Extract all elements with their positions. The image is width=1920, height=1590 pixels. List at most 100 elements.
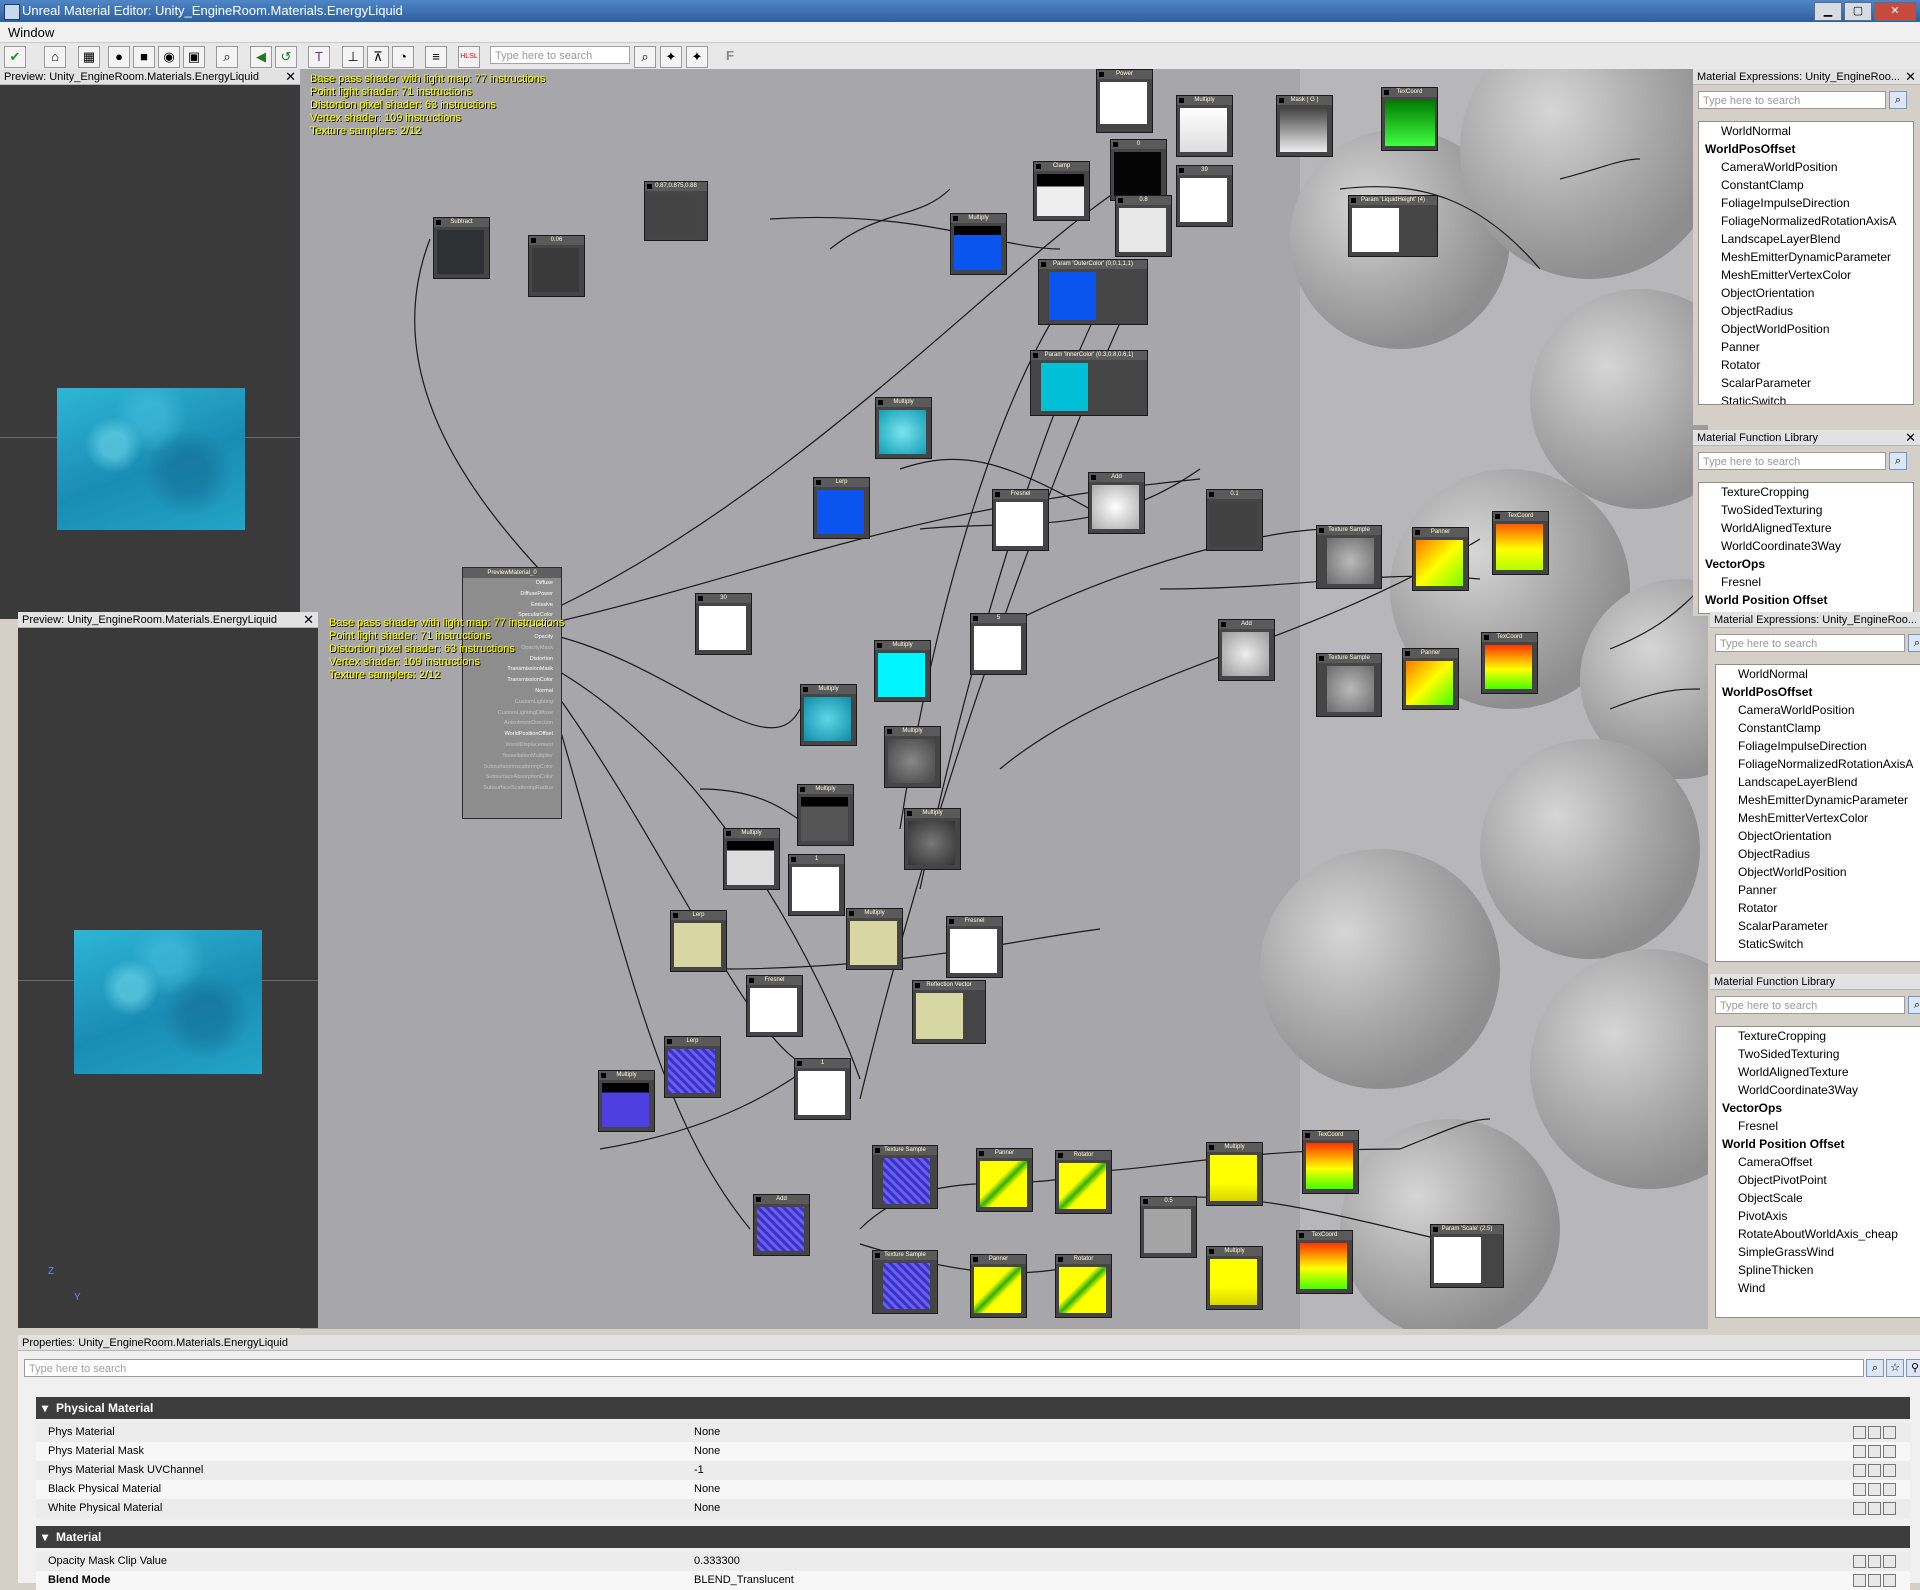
tree-item[interactable]: Fresnel bbox=[1716, 1117, 1920, 1135]
use-selected-icon[interactable] bbox=[1853, 1502, 1866, 1515]
node-multiply[interactable]: Multiply bbox=[846, 908, 903, 970]
node-mask[interactable]: Mask ( G ) bbox=[1276, 95, 1333, 157]
tree-item[interactable]: ScalarParameter bbox=[1716, 917, 1920, 935]
node-rotator[interactable]: Rotator bbox=[1055, 1254, 1112, 1318]
expressions-search-input[interactable]: Type here to search bbox=[1698, 91, 1886, 109]
tree-item[interactable]: Rotator bbox=[1716, 899, 1920, 917]
node-const-0-8[interactable]: 0.8 bbox=[1115, 195, 1172, 257]
node-texture-sample[interactable]: Texture Sample bbox=[872, 1250, 938, 1314]
node-subtract[interactable]: Subtract bbox=[433, 217, 490, 279]
property-value[interactable]: -1 bbox=[694, 1461, 704, 1480]
tree-item[interactable]: ConstantClamp bbox=[1716, 719, 1920, 737]
node-const-1[interactable]: 1 bbox=[788, 854, 845, 916]
clear-icon[interactable] bbox=[1883, 1483, 1896, 1496]
stats-icon[interactable]: ⊼ bbox=[367, 46, 389, 68]
node-rotator[interactable]: Rotator bbox=[1055, 1150, 1112, 1214]
node-const-zero[interactable]: 0 bbox=[1110, 139, 1167, 201]
property-section-header[interactable]: Material bbox=[36, 1526, 1910, 1548]
close-icon[interactable]: ✕ bbox=[1905, 69, 1916, 85]
menu-window[interactable]: Window bbox=[8, 25, 54, 40]
tree-item[interactable]: ObjectOrientation bbox=[1716, 827, 1920, 845]
browse-icon[interactable] bbox=[1868, 1555, 1881, 1568]
tree-item[interactable]: MeshEmitterVertexColor bbox=[1699, 266, 1913, 284]
node-fresnel[interactable]: Fresnel bbox=[992, 489, 1049, 551]
node-multiply[interactable]: Multiply bbox=[800, 684, 857, 746]
search-icon[interactable]: ⌕ bbox=[1889, 91, 1907, 109]
tree-item[interactable]: TwoSidedTexturing bbox=[1699, 501, 1913, 519]
node-texcoord[interactable]: TexCoord bbox=[1296, 1230, 1353, 1294]
tree-item[interactable]: MeshEmitterVertexColor bbox=[1716, 809, 1920, 827]
tree-item[interactable]: CameraWorldPosition bbox=[1716, 701, 1920, 719]
material-input-row[interactable]: Diffuse bbox=[463, 578, 561, 589]
tree-item[interactable]: ObjectRadius bbox=[1699, 302, 1913, 320]
node-panner[interactable]: Panner bbox=[970, 1254, 1027, 1318]
tree-item[interactable]: FoliageNormalizedRotationAxisA bbox=[1699, 212, 1913, 230]
node-multiply[interactable]: Multiply bbox=[1206, 1246, 1263, 1310]
toggle-icon[interactable]: T bbox=[308, 46, 330, 68]
close-icon[interactable]: ✕ bbox=[303, 612, 314, 628]
property-value[interactable]: 0.333300 bbox=[694, 1552, 740, 1571]
tree-item[interactable]: ObjectScale bbox=[1716, 1189, 1920, 1207]
clear-icon[interactable] bbox=[1883, 1555, 1896, 1568]
tree-category[interactable]: VectorOps bbox=[1716, 1099, 1920, 1117]
node-search-input[interactable]: Type here to search bbox=[490, 46, 630, 64]
property-value[interactable]: None bbox=[694, 1480, 720, 1499]
node-texcoord[interactable]: TexCoord bbox=[1302, 1130, 1359, 1194]
close-icon[interactable]: ✕ bbox=[285, 69, 296, 85]
node-lerp[interactable]: Lerp bbox=[670, 910, 727, 972]
tree-item[interactable]: WorldAlignedTexture bbox=[1716, 1063, 1920, 1081]
maximize-button[interactable]: ▢ bbox=[1844, 2, 1872, 21]
tree-item[interactable]: ObjectOrientation bbox=[1699, 284, 1913, 302]
node-power[interactable]: Power bbox=[1096, 69, 1153, 133]
tree-item[interactable]: LandscapeLayerBlend bbox=[1699, 230, 1913, 248]
tree-category[interactable]: World Position Offset bbox=[1716, 1135, 1920, 1153]
tree-item[interactable]: ObjectWorldPosition bbox=[1716, 863, 1920, 881]
tree-item[interactable]: MeshEmitterDynamicParameter bbox=[1716, 791, 1920, 809]
node-multiply[interactable]: Multiply bbox=[723, 828, 780, 890]
node-multiply[interactable]: Multiply bbox=[950, 213, 1007, 275]
node-add[interactable]: Add bbox=[1088, 472, 1145, 534]
filter-icon[interactable]: ⚲ bbox=[1906, 1359, 1920, 1377]
tree-item[interactable]: ConstantClamp bbox=[1699, 176, 1913, 194]
tree-item[interactable]: TextureCropping bbox=[1699, 483, 1913, 501]
clear-icon[interactable] bbox=[1883, 1574, 1896, 1587]
tree-item[interactable]: StaticSwitch bbox=[1699, 392, 1913, 404]
search-icon[interactable]: ⌕ bbox=[1908, 634, 1920, 652]
use-selected-icon[interactable] bbox=[1853, 1483, 1866, 1496]
browse-icon[interactable] bbox=[1868, 1426, 1881, 1439]
home-icon[interactable]: ⌂ bbox=[44, 46, 66, 68]
property-actions[interactable] bbox=[1853, 1464, 1896, 1477]
preview-viewport-front[interactable]: Z Y bbox=[18, 628, 318, 1328]
search-node-icon[interactable]: ⌕ bbox=[216, 46, 238, 68]
expressions-tree[interactable]: WorldNormal WorldPosOffset CameraWorldPosi… bbox=[1698, 121, 1914, 405]
tree-item[interactable]: WorldCoordinate3Way bbox=[1716, 1081, 1920, 1099]
property-section-header[interactable]: Physical Material bbox=[36, 1397, 1910, 1419]
tree-category[interactable]: VectorOps bbox=[1699, 555, 1913, 573]
tree-item[interactable]: SimpleGrassWind bbox=[1716, 1243, 1920, 1261]
preview-viewport-back[interactable] bbox=[0, 85, 300, 619]
tree-item[interactable]: WorldCoordinate3Way bbox=[1699, 537, 1913, 555]
function-tree[interactable]: TextureCropping TwoSidedTexturing WorldAli… bbox=[1698, 482, 1914, 614]
node-multiply[interactable]: Multiply bbox=[797, 784, 854, 846]
node-param-scale[interactable]: Param 'Scale' (2.5) bbox=[1430, 1224, 1504, 1288]
tree-item[interactable]: Panner bbox=[1716, 881, 1920, 899]
sphere-icon[interactable]: ◉ bbox=[158, 46, 180, 68]
use-selected-icon[interactable] bbox=[1853, 1445, 1866, 1458]
property-value[interactable]: BLEND_Translucent bbox=[694, 1571, 794, 1590]
node-multiply[interactable]: Multiply bbox=[1206, 1142, 1263, 1206]
node-param-outercolor[interactable]: Param 'OuterColor' (0,0.1,1,1) bbox=[1038, 259, 1148, 325]
function-search-input[interactable]: Type here to search bbox=[1715, 996, 1905, 1014]
property-value[interactable]: None bbox=[694, 1499, 720, 1518]
node-param-innercolor[interactable]: Param 'InnerColor' (0.3,0.8,0.6,1) bbox=[1030, 350, 1148, 416]
property-actions[interactable] bbox=[1853, 1445, 1896, 1458]
tree-category[interactable]: WorldPosOffset bbox=[1716, 683, 1920, 701]
node-add[interactable]: Add bbox=[753, 1194, 810, 1256]
node-param-liquidheight[interactable]: Param 'LiquidHeight' (4) bbox=[1348, 195, 1438, 257]
list-icon[interactable]: ≡ bbox=[425, 46, 447, 68]
browse-icon[interactable] bbox=[1868, 1464, 1881, 1477]
browse-icon[interactable] bbox=[1868, 1445, 1881, 1458]
tree-item[interactable]: Wind bbox=[1716, 1279, 1920, 1297]
properties-search-input[interactable]: Type here to search bbox=[24, 1359, 1864, 1377]
f-icon[interactable]: F bbox=[720, 46, 740, 66]
property-actions[interactable] bbox=[1853, 1502, 1896, 1515]
